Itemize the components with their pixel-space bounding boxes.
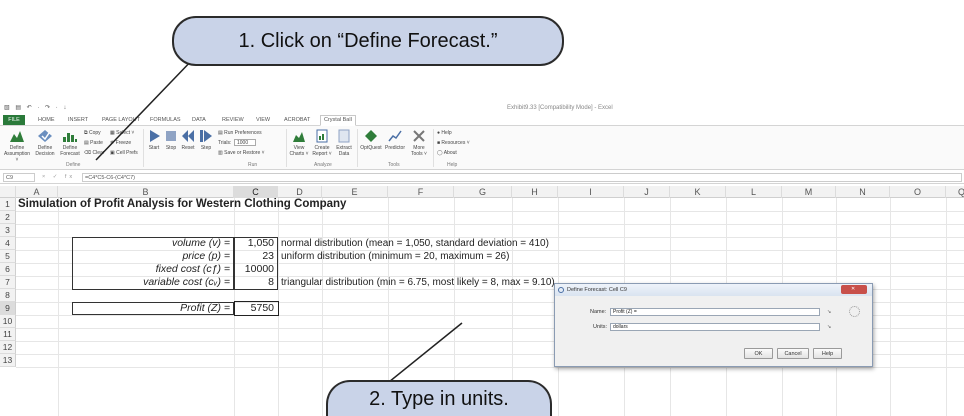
leader-line-2 [383,322,463,387]
callout-define-forecast: 1. Click on “Define Forecast.” [172,16,564,66]
callout-type-units: 2. Type in units. [326,380,552,416]
leader-line-1 [95,55,197,161]
